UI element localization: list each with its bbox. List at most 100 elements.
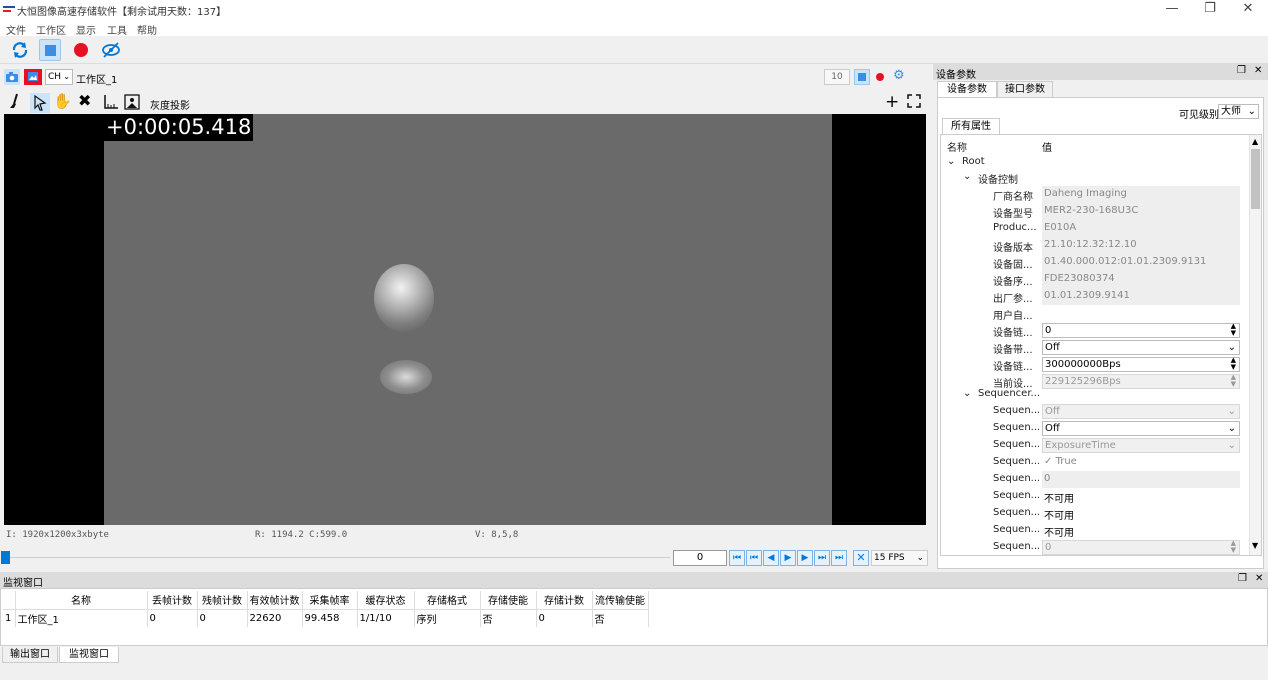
tab-all-properties[interactable]: 所有属性 bbox=[942, 118, 1000, 134]
frame-index-input[interactable]: 0 bbox=[673, 550, 727, 566]
menu-view[interactable]: 显示 bbox=[76, 22, 96, 37]
hand-icon: ✋ bbox=[53, 92, 72, 110]
gray-projection-button[interactable]: 灰度投影 bbox=[150, 97, 190, 112]
cell: 0 bbox=[197, 608, 248, 627]
close-button[interactable]: ✕ bbox=[1231, 0, 1265, 20]
property-row[interactable]: 厂商名称 Daheng Imaging bbox=[941, 186, 1249, 203]
select-tool[interactable] bbox=[30, 93, 50, 113]
tab-monitor-window[interactable]: 监视窗口 bbox=[59, 647, 119, 663]
float-monitor-button[interactable]: ❐ bbox=[1238, 573, 1247, 584]
close-playback-button[interactable]: ✕ bbox=[853, 550, 869, 566]
col-header: 存储使能 bbox=[480, 591, 537, 609]
record-icon bbox=[74, 43, 88, 57]
refresh-button[interactable] bbox=[9, 39, 31, 61]
tree-group-device-control[interactable]: ⌄ 设备控制 bbox=[941, 169, 1249, 186]
property-spinbox[interactable]: 300000000Bps ▲ ▼ bbox=[1042, 357, 1240, 372]
float-panel-button[interactable]: ❐ bbox=[1237, 65, 1246, 76]
fps-select[interactable]: 15 FPS ⌄ bbox=[871, 550, 928, 566]
video-viewport[interactable]: +0:00:05.418 bbox=[4, 114, 926, 525]
scroll-down-icon[interactable]: ▼ bbox=[1252, 541, 1258, 550]
tab-device-params[interactable]: 设备参数 bbox=[937, 81, 997, 97]
step-back-button[interactable]: ◀ bbox=[763, 550, 779, 566]
property-row[interactable]: Sequen... 0 bbox=[941, 471, 1249, 488]
property-row[interactable]: 用户自... bbox=[941, 305, 1249, 322]
property-row[interactable]: 设备带... Off ⌄ bbox=[941, 339, 1249, 356]
property-row[interactable]: Sequen... 不可用 bbox=[941, 505, 1249, 522]
property-row[interactable]: 设备序... FDE23080374 bbox=[941, 271, 1249, 288]
snapshot-button[interactable] bbox=[4, 69, 20, 85]
minimize-button[interactable]: — bbox=[1155, 0, 1189, 20]
step-forward-button[interactable]: ▶ bbox=[797, 550, 813, 566]
pan-tool[interactable]: ✋ bbox=[53, 92, 72, 110]
cell: 否 bbox=[480, 608, 537, 627]
image-mode-button[interactable] bbox=[24, 69, 42, 85]
fullscreen-button[interactable] bbox=[907, 94, 921, 111]
ruler-tool[interactable] bbox=[103, 94, 119, 113]
tree-group-sequencer[interactable]: ⌄ Sequencer... bbox=[941, 386, 1249, 403]
image-icon bbox=[28, 72, 38, 81]
fit-tool[interactable]: ✖ bbox=[78, 91, 91, 110]
menu-workspace[interactable]: 工作区 bbox=[36, 22, 66, 37]
stop-button[interactable] bbox=[39, 39, 61, 61]
property-row[interactable]: 设备链... 0 ▲ ▼ bbox=[941, 322, 1249, 339]
property-row[interactable]: Sequen... 不可用 bbox=[941, 522, 1249, 539]
property-row[interactable]: 设备链... 300000000Bps ▲ ▼ bbox=[941, 356, 1249, 373]
chevron-down-icon: ⌄ bbox=[63, 72, 70, 81]
property-combobox[interactable]: Off ⌄ bbox=[1042, 421, 1240, 436]
property-row[interactable]: 设备型号 MER2-230-168U3C bbox=[941, 203, 1249, 220]
property-value: ✓ True bbox=[1044, 456, 1077, 467]
col-header: 存储格式 bbox=[414, 591, 481, 609]
step-first-button[interactable]: ⏮ bbox=[746, 550, 762, 566]
close-monitor-button[interactable]: ✕ bbox=[1255, 573, 1263, 584]
property-grid: 名称 值 ⌄ Root ⌄ 设备控制 厂商名称 Daheng Imaging 设备型… bbox=[940, 134, 1262, 556]
table-row[interactable]: 1 工作区_1 0 0 22620 99.458 1/1/10 序列 否 0 否 bbox=[3, 608, 649, 627]
property-row[interactable]: 设备固... 01.40.000.012:01.01.2309.9131 bbox=[941, 254, 1249, 271]
frame-skip-field[interactable]: 10 bbox=[824, 69, 850, 85]
tab-interface-params[interactable]: 接口参数 bbox=[997, 81, 1053, 97]
property-row[interactable]: Sequen... Off ⌄ bbox=[941, 403, 1249, 420]
last-frame-button[interactable]: ⏭ bbox=[814, 550, 830, 566]
property-spinbox[interactable]: 0 ▲ ▼ bbox=[1042, 323, 1240, 338]
record-button[interactable] bbox=[70, 39, 92, 61]
property-row[interactable]: Sequen... Off ⌄ bbox=[941, 420, 1249, 437]
property-value: Off bbox=[1045, 342, 1060, 353]
property-value: Daheng Imaging bbox=[1044, 188, 1127, 199]
cell: 1/1/10 bbox=[357, 608, 415, 627]
property-row[interactable]: Sequen... 0 ▲ ▼ bbox=[941, 539, 1249, 555]
property-row[interactable]: Produc... E010A bbox=[941, 220, 1249, 237]
end-button[interactable]: ⏭ bbox=[831, 550, 847, 566]
hide-preview-button[interactable] bbox=[100, 39, 122, 61]
viewport-toolbar: CH ⌄ 工作区_1 10 ⚙ bbox=[0, 66, 930, 88]
property-name: Sequen... bbox=[993, 422, 1039, 433]
vertical-scrollbar[interactable]: ▲ ▼ bbox=[1249, 135, 1261, 555]
property-row[interactable]: Sequen... 不可用 bbox=[941, 488, 1249, 505]
save-image-tool[interactable] bbox=[124, 94, 140, 113]
timeline-track[interactable] bbox=[10, 557, 670, 558]
close-panel-button[interactable]: ✕ bbox=[1254, 65, 1262, 76]
property-row[interactable]: Sequen... ExposureTime ⌄ bbox=[941, 437, 1249, 454]
maximize-button[interactable]: ❐ bbox=[1193, 0, 1227, 20]
chevron-down-icon: ⌄ bbox=[916, 553, 924, 563]
viewport-settings-button[interactable]: ⚙ bbox=[893, 69, 907, 83]
tab-output-window[interactable]: 输出窗口 bbox=[2, 647, 58, 663]
property-combobox[interactable]: Off ⌄ bbox=[1042, 340, 1240, 355]
visibility-select[interactable]: 大师 ⌄ bbox=[1218, 104, 1259, 119]
crosshair-button[interactable]: + bbox=[885, 92, 899, 112]
brush-tool[interactable] bbox=[8, 93, 22, 113]
property-row[interactable]: 出厂参... 01.01.2309.9141 bbox=[941, 288, 1249, 305]
timeline-slider-handle[interactable] bbox=[1, 551, 10, 564]
property-name: 用户自... bbox=[993, 311, 1033, 322]
droplet-reflection bbox=[380, 360, 432, 394]
viewport-record-button[interactable] bbox=[876, 73, 884, 81]
scroll-up-icon[interactable]: ▲ bbox=[1252, 137, 1258, 146]
first-frame-button[interactable]: ⏮ bbox=[729, 550, 745, 566]
scrollbar-thumb[interactable] bbox=[1251, 149, 1260, 209]
menu-help[interactable]: 帮助 bbox=[137, 22, 157, 37]
channel-select[interactable]: CH ⌄ bbox=[45, 69, 73, 85]
property-row[interactable]: Sequen... ✓ True bbox=[941, 454, 1249, 471]
property-row[interactable]: 设备版本 21.10:12.32:12.10 bbox=[941, 237, 1249, 254]
menu-tools[interactable]: 工具 bbox=[107, 22, 127, 37]
menu-file[interactable]: 文件 bbox=[6, 22, 26, 37]
viewport-stop-button[interactable] bbox=[854, 69, 870, 85]
play-button[interactable]: ▶ bbox=[780, 550, 796, 566]
